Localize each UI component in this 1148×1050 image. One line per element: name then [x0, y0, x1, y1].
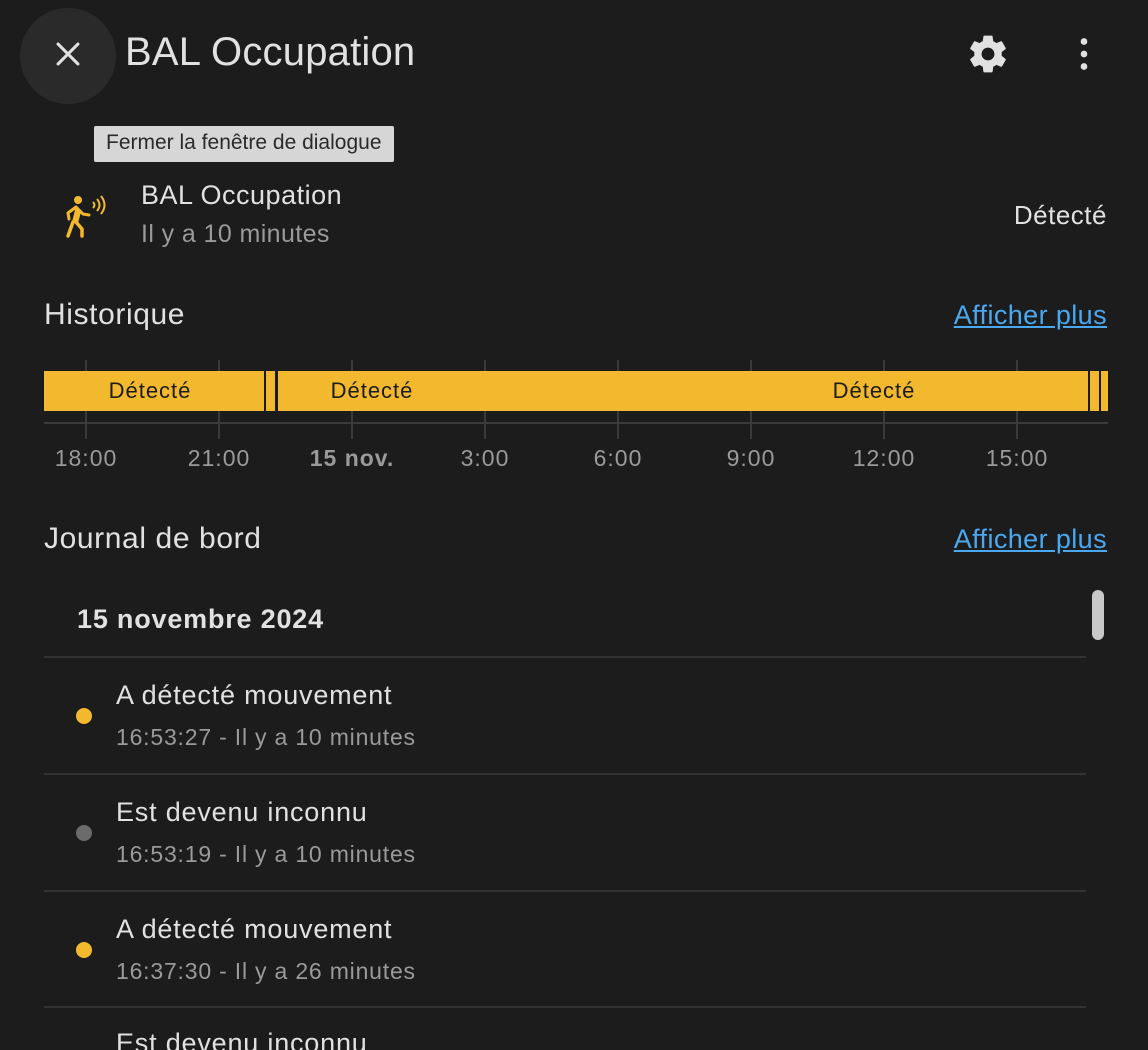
logbook-entry-title: A détecté mouvement [116, 914, 393, 944]
state-dot [76, 825, 92, 841]
logbook-entry-title: A détecté mouvement [116, 680, 393, 710]
gear-icon [966, 32, 1010, 81]
logbook-entry[interactable]: Est devenu inconnu 16:53:19 - Il y a 10 … [0, 775, 1090, 891]
logbook-entry-time: 16:53:19 - Il y a 10 minutes [116, 841, 416, 867]
logbook-entry[interactable]: A détecté mouvement 16:37:30 - Il y a 26… [0, 892, 1090, 1008]
tick-label: 9:00 [727, 445, 776, 471]
timeline-segment [1101, 371, 1108, 411]
state-dot [76, 708, 92, 724]
logbook-date-header: 15 novembre 2024 [77, 604, 324, 634]
history-timeline[interactable]: Détecté Détecté Détecté 18:00 21:00 15 n… [0, 355, 1148, 485]
tick-label: 18:00 [55, 445, 118, 471]
logbook-entry-title: Est devenu inconnu [116, 797, 368, 827]
close-tooltip: Fermer la fenêtre de dialogue [94, 126, 394, 162]
tick-label: 15 nov. [310, 445, 395, 471]
more-info-dialog: BAL Occupation Fermer la fenêtre de dial… [0, 0, 1148, 1050]
close-icon [51, 37, 85, 76]
tick-label: 15:00 [986, 445, 1049, 471]
state-dot [76, 942, 92, 958]
tick-label: 6:00 [594, 445, 643, 471]
logbook-entry-time: 16:37:30 - Il y a 26 minutes [116, 958, 416, 984]
tick-label: 3:00 [461, 445, 510, 471]
dots-vertical-icon [1064, 34, 1104, 79]
segment-label: Détecté [833, 378, 916, 403]
timeline-segment [1090, 371, 1099, 411]
logbook-entry[interactable]: Est devenu inconnu [0, 1008, 1090, 1050]
logbook-entry-title: Est devenu inconnu [116, 1028, 368, 1050]
more-options-button[interactable] [1052, 24, 1116, 88]
timeline-chart: Détecté Détecté Détecté 18:00 21:00 15 n… [44, 360, 1108, 471]
motion-sensor-icon [56, 190, 112, 246]
tick-label: 12:00 [853, 445, 916, 471]
logbook-entry[interactable]: A détecté mouvement 16:53:27 - Il y a 10… [0, 658, 1090, 774]
tick-label: 21:00 [188, 445, 251, 471]
entity-last-changed: Il y a 10 minutes [141, 220, 330, 248]
segment-label: Détecté [331, 378, 414, 403]
logbook-show-more-link[interactable]: Afficher plus [954, 524, 1107, 555]
logbook-title: Journal de bord [44, 522, 262, 555]
entity-state: Détecté [1013, 200, 1107, 230]
segment-label: Détecté [109, 378, 192, 403]
entity-name: BAL Occupation [141, 180, 343, 210]
close-dialog-button[interactable] [20, 8, 116, 104]
timeline-segment [266, 371, 275, 411]
history-show-more-link[interactable]: Afficher plus [954, 300, 1107, 331]
logbook-entry-time: 16:53:27 - Il y a 10 minutes [116, 724, 416, 750]
history-title: Historique [44, 298, 186, 331]
dialog-title: BAL Occupation [125, 30, 416, 74]
settings-button[interactable] [956, 24, 1020, 88]
logbook-scrollbar[interactable] [1092, 590, 1104, 640]
